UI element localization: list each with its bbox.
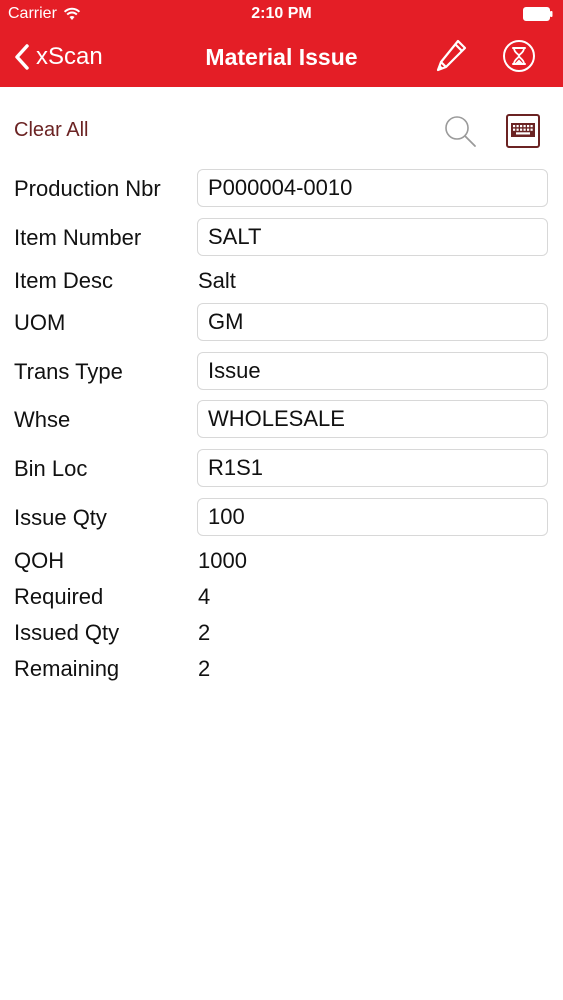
status-time: 2:10 PM — [251, 5, 312, 22]
item-number-field[interactable]: SALT — [197, 218, 548, 256]
issued-qty-value: 2 — [198, 620, 211, 645]
keyboard-icon[interactable] — [506, 114, 540, 148]
page-title: Material Issue — [205, 44, 358, 70]
clear-all-button[interactable]: Clear All — [14, 119, 88, 142]
header-bar: Carrier 2:10 PM xScan Material Issue — [0, 0, 563, 87]
required-label: Required — [14, 584, 104, 609]
uom-label: UOM — [14, 310, 66, 335]
remaining-value: 2 — [198, 656, 211, 681]
issued-qty-label: Issued Qty — [14, 620, 120, 645]
production-nbr-label: Production Nbr — [14, 176, 161, 201]
qoh-value: 1000 — [198, 548, 247, 573]
status-bar: Carrier 2:10 PM — [0, 0, 563, 30]
bin-loc-label: Bin Loc — [14, 456, 88, 481]
item-number-label: Item Number — [14, 225, 142, 250]
trans-type-field[interactable]: Issue — [197, 352, 548, 390]
battery-icon — [523, 7, 553, 21]
issue-qty-label: Issue Qty — [14, 505, 107, 530]
uom-field[interactable]: GM — [197, 303, 548, 341]
bin-loc-field[interactable]: R1S1 — [197, 449, 548, 487]
whse-label: Whse — [14, 407, 71, 432]
required-value: 4 — [198, 584, 211, 609]
navigation-bar: xScan Material Issue — [0, 30, 563, 87]
item-desc-label: Item Desc — [14, 268, 114, 293]
whse-field[interactable]: WHOLESALE — [197, 400, 548, 438]
app-screen: Carrier 2:10 PM xScan Material Issue Cle… — [0, 0, 563, 1000]
remaining-label: Remaining — [14, 656, 120, 681]
issue-qty-field[interactable]: 100 — [197, 498, 548, 536]
pencil-icon[interactable] — [434, 38, 468, 74]
search-icon[interactable] — [442, 113, 478, 149]
hourglass-icon[interactable] — [502, 39, 536, 73]
qoh-label: QOH — [14, 548, 65, 573]
toolbar: Clear All — [0, 87, 563, 167]
item-desc-value: Salt — [198, 268, 236, 293]
production-nbr-field[interactable]: P000004-0010 — [197, 169, 548, 207]
trans-type-label: Trans Type — [14, 359, 123, 384]
